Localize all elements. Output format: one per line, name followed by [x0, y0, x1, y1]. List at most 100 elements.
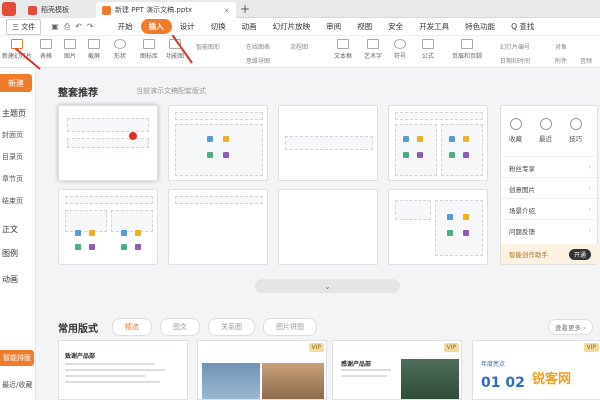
- chip-relationship[interactable]: 关系图: [208, 318, 255, 336]
- layout-card[interactable]: [58, 105, 158, 181]
- sidebar-item-legend[interactable]: 图例: [0, 248, 36, 259]
- table-button[interactable]: 表格: [40, 39, 52, 60]
- picture-icon: [449, 136, 455, 142]
- sidebar-item-section[interactable]: 章节页: [0, 174, 36, 184]
- ai-assistant-banner[interactable]: 智能创作助手 开通: [501, 244, 599, 264]
- icon-library-button[interactable]: 图标库: [140, 39, 158, 60]
- layout-card[interactable]: [388, 189, 488, 265]
- sidebar-item-animation[interactable]: 动画: [0, 274, 36, 285]
- sidebar-item-end[interactable]: 结束页: [0, 196, 36, 206]
- save-icon[interactable]: ▣: [51, 22, 59, 32]
- text-line: [341, 375, 387, 377]
- layout-card[interactable]: [388, 105, 488, 181]
- panel-row-fans[interactable]: 粉丝专享 ›: [501, 156, 599, 176]
- chip-collage[interactable]: 图片拼图: [263, 318, 317, 336]
- ribbon-label: 文本框: [334, 53, 353, 60]
- shape-button[interactable]: 形状: [114, 39, 126, 60]
- recent-favorites-link[interactable]: 最近/收藏: [0, 380, 36, 390]
- ribbon-tabs: 开始 插入 设计 切换 动画 幻灯片放映 审阅 视图 安全 开发工具 特色功能: [110, 19, 504, 34]
- template-card[interactable]: VIP: [197, 340, 327, 400]
- vip-badge: VIP: [308, 343, 324, 352]
- online-chart-button[interactable]: 在线图表: [246, 42, 270, 51]
- chip-image-text[interactable]: 图文: [160, 318, 200, 336]
- attachment-button[interactable]: 附件: [555, 56, 567, 65]
- print-icon[interactable]: ⎙: [64, 22, 70, 32]
- cursor-icon: [129, 132, 137, 140]
- layout-card[interactable]: [58, 189, 158, 265]
- panel-row-scenes[interactable]: 场景介绍 ›: [501, 198, 599, 218]
- app-logo-icon[interactable]: [2, 2, 16, 16]
- menu-security[interactable]: 安全: [380, 19, 411, 34]
- file-menu-button[interactable]: 三 文件: [6, 18, 42, 35]
- text-line: [341, 369, 391, 371]
- template-card[interactable]: VIP 感谢产品部: [332, 340, 462, 400]
- header-footer-button[interactable]: 页眉和页脚: [452, 39, 482, 60]
- menu-home[interactable]: 开始: [110, 19, 141, 34]
- picture-button[interactable]: 图片: [64, 39, 76, 60]
- menu-view[interactable]: 视图: [349, 19, 380, 34]
- layout-card[interactable]: [168, 105, 268, 181]
- audio-button[interactable]: 音频: [580, 56, 592, 65]
- chip-featured[interactable]: 精选: [112, 318, 152, 336]
- tab-new-ppt[interactable]: 新建 PPT 演示文稿.pptx ×: [96, 2, 236, 18]
- ribbon-label: 符号: [394, 53, 407, 60]
- smart-layout-button[interactable]: 智能排版: [0, 350, 34, 366]
- chevron-right-icon: ›: [588, 163, 591, 171]
- screenshot-button[interactable]: 截屏: [88, 39, 100, 60]
- search-button[interactable]: Q 查找: [511, 21, 534, 32]
- tab-docer-templates[interactable]: 稻壳模板: [22, 2, 102, 18]
- menu-transition[interactable]: 切换: [203, 19, 234, 34]
- tips-button[interactable]: 技巧: [569, 118, 582, 143]
- slide-number-button[interactable]: 幻灯片编号: [500, 42, 530, 51]
- date-time-button[interactable]: 日期和时间: [500, 56, 530, 65]
- menu-insert[interactable]: 插入: [140, 19, 172, 34]
- undo-icon[interactable]: ↶: [75, 22, 82, 32]
- video-icon: [417, 152, 423, 158]
- layout-card[interactable]: [278, 105, 378, 181]
- ribbon-label: 图片: [64, 53, 77, 60]
- show-more-button[interactable]: ⌄: [255, 279, 400, 293]
- subtitle-placeholder: [67, 138, 149, 148]
- picture-icon: [121, 230, 127, 236]
- new-tab-button[interactable]: +: [240, 2, 250, 16]
- title-placeholder: [395, 200, 431, 220]
- smart-graphic-button[interactable]: 智能图形: [196, 42, 220, 51]
- wordart-icon: [367, 39, 379, 49]
- redo-icon[interactable]: ↷: [87, 22, 94, 32]
- recent-button[interactable]: 最近: [539, 118, 552, 143]
- wordart-button[interactable]: 艺术字: [364, 39, 382, 60]
- chart-icon: [463, 136, 469, 142]
- title-placeholder: [395, 112, 483, 120]
- quick-access-toolbar: ▣ ⎙ ↶ ↷: [51, 22, 93, 32]
- template-card[interactable]: 致谢产品部: [58, 340, 188, 400]
- layout-card[interactable]: [278, 189, 378, 265]
- mindmap-button[interactable]: 思维导图: [246, 56, 270, 65]
- panel-row-feedback[interactable]: 问题反馈 ›: [501, 219, 599, 239]
- sidebar-item-toc[interactable]: 目录页: [0, 152, 36, 162]
- menu-features[interactable]: 特色功能: [457, 19, 503, 34]
- activate-button[interactable]: 开通: [568, 248, 591, 260]
- menu-review[interactable]: 审阅: [318, 19, 349, 34]
- sidebar-new-button[interactable]: 新建: [0, 74, 32, 92]
- menu-design[interactable]: 设计: [172, 19, 203, 34]
- title-placeholder: [65, 196, 153, 204]
- favorites-button[interactable]: 收藏: [509, 118, 522, 143]
- view-more-link[interactable]: 查看更多 ›: [548, 319, 593, 335]
- table-icon: [207, 152, 213, 158]
- sidebar-item-theme[interactable]: 主题页: [0, 108, 36, 119]
- object-button[interactable]: 对象: [555, 42, 567, 51]
- menu-developer[interactable]: 开发工具: [411, 19, 457, 34]
- sidebar-item-body[interactable]: 正文: [0, 224, 36, 235]
- close-tab-icon[interactable]: ×: [223, 6, 230, 15]
- formula-button[interactable]: 公式: [422, 39, 434, 60]
- panel-row-creative-images[interactable]: 创意图片 ›: [501, 177, 599, 197]
- menu-slideshow[interactable]: 幻灯片放映: [265, 19, 319, 34]
- symbol-button[interactable]: 符号: [394, 39, 406, 60]
- sidebar-item-cover[interactable]: 封面页: [0, 130, 36, 140]
- textbox-button[interactable]: 文本框: [334, 39, 352, 60]
- star-icon: [569, 118, 582, 130]
- flowchart-button[interactable]: 流程图: [290, 42, 308, 51]
- table-icon: [75, 244, 81, 250]
- layout-card[interactable]: [168, 189, 268, 265]
- menu-animation[interactable]: 动画: [234, 19, 265, 34]
